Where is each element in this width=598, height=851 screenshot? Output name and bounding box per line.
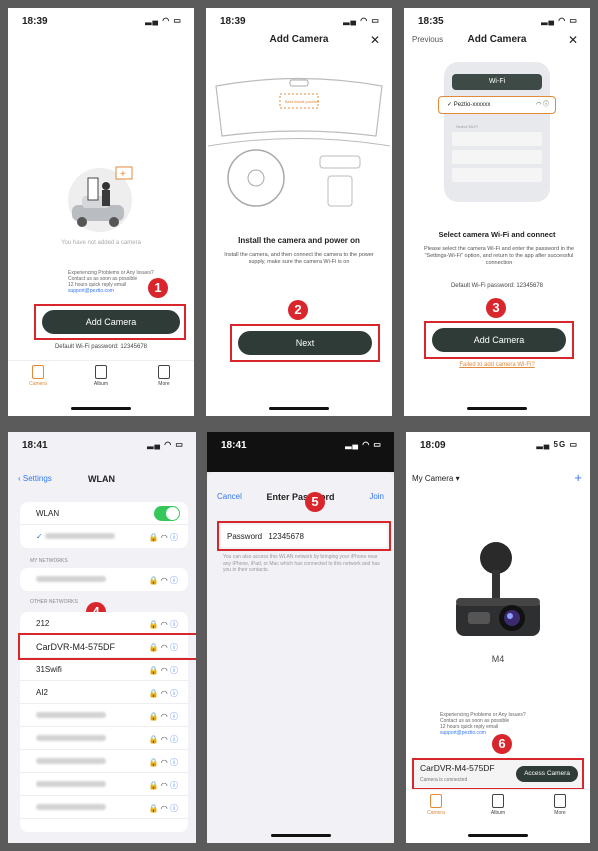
tab-camera[interactable]: Camera [18,365,58,387]
wlan-toggle-card: WLAN ✓ 🔒 ◠ ⓘ [20,502,188,548]
support-email-link[interactable]: support@peztio.com [68,288,154,294]
camera-tab-icon [430,794,442,808]
empty-state-text: You have not added a camera [61,240,141,246]
more-tab-icon [158,365,170,379]
network-31swifi[interactable]: 31Swifi 🔒 ◠ ⓘ [20,658,188,681]
row-setup-steps: 18:39 ▂▄ ◠ ▭ + You have not added a came… [8,8,590,416]
wifi-network-highlight: ✓ Peztio-xxxxxx ◠ ⓘ [438,96,556,114]
list-item[interactable]: 🔒 ◠ ⓘ [20,568,188,591]
list-item[interactable]: 🔒 ◠ ⓘ [20,773,188,796]
step-badge-6: 6 [492,734,512,754]
install-heading: Install the camera and power on [238,236,360,245]
network-ai2[interactable]: AI2 🔒 ◠ ⓘ [20,681,188,704]
password-hint: You can also access this WLAN network by… [223,554,380,573]
my-networks-header: MY NETWORKS [30,558,68,564]
album-tab-icon [492,794,504,808]
step-badge-1: 1 [148,278,168,298]
screen-enter-password: 18:41 ▂▄ ◠ ▭ Cancel Enter Password Join … [207,432,394,843]
status-icons: ▂▄ ◠ ▭ [147,440,184,449]
tab-album[interactable]: Album [478,794,518,816]
page-title: Add Camera [467,34,527,45]
help-text: Experiencing Problems or Any Issues? Cont… [68,270,154,294]
tab-more[interactable]: More [540,794,580,816]
wlan-toggle-row: WLAN [20,502,188,525]
install-description: Install the camera, and then connect the… [224,252,374,265]
camera-tab-icon [32,365,44,379]
connected-network-row[interactable]: ✓ 🔒 ◠ ⓘ [20,525,188,548]
page-title: Enter Password [266,492,335,502]
home-indicator [71,407,131,410]
page-title: Add Camera [269,34,329,45]
select-wifi-description: Please select the camera Wi-Fi and enter… [423,246,575,266]
car-interior-illustration: Best install position [208,77,390,207]
list-item[interactable]: 🔒 ◠ ⓘ [20,796,188,819]
list-item[interactable]: 🔒 ◠ ⓘ [20,750,188,773]
home-indicator [467,407,527,410]
status-icons: ▂▄ ◠ ▭ [541,16,578,25]
access-camera-button[interactable]: Access Camera [516,766,578,782]
close-icon[interactable]: ✕ [568,33,578,47]
wifi-header: Wi-Fi [452,74,542,90]
screen-select-wifi: 18:35 ▂▄ ◠ ▭ Previous Add Camera ✕ Wi-Fi… [404,8,590,416]
more-tab-icon [554,794,566,808]
row-connect-steps: 18:41 ▂▄ ◠ ▭ ‹ Settings WLAN WLAN ✓ 🔒 ◠ … [8,432,590,843]
password-value: 12345678 [268,532,304,541]
camera-model: M4 [491,654,505,664]
step-badge-2: 2 [288,300,308,320]
screen-wlan-settings: 18:41 ▂▄ ◠ ▭ ‹ Settings WLAN WLAN ✓ 🔒 ◠ … [8,432,196,843]
tab-album[interactable]: Album [81,365,121,387]
status-icons: ▂▄ ◠ ▭ [343,16,380,25]
next-button[interactable]: Next [238,331,372,355]
svg-text:+: + [120,169,126,180]
tab-bar: Camera Album More [406,789,590,829]
default-password-text: Default Wi-Fi password: 12345678 [450,283,544,289]
wlan-toggle[interactable] [154,506,180,521]
home-indicator [269,407,329,410]
failed-add-camera-link[interactable]: Failed to add camera Wi-Fi? [404,362,590,368]
list-item[interactable]: 🔒 ◠ ⓘ [20,704,188,727]
select-wifi-label: Select Wi-Fi [456,124,478,129]
device-name: CarDVR-M4-575DF [420,763,495,773]
select-wifi-heading: Select camera Wi-Fi and connect [438,230,556,239]
empty-illustration: + [68,166,133,232]
tab-more[interactable]: More [144,365,184,387]
my-camera-dropdown[interactable]: My Camera ▾ [412,474,460,483]
password-field[interactable]: Password 12345678 [221,525,387,547]
screen-camera-connected: 18:09 ▂▄ 5G ▭ My Camera ▾ + M4 Experienc… [406,432,590,843]
screen-install-camera: 18:39 ▂▄ ◠ ▭ Add Camera ✕ Best install p… [206,8,392,416]
dashcam-image [456,542,540,636]
album-tab-icon [95,365,107,379]
status-icons: ▂▄ ◠ ▭ [145,16,182,25]
step-badge-3: 3 [486,298,506,318]
home-indicator [270,834,331,837]
help-text: Experiencing Problems or Any Issues? Cont… [440,712,526,736]
add-icon[interactable]: + [574,470,582,485]
list-item[interactable]: 🔒 ◠ ⓘ [20,727,188,750]
status-icons: ▂▄ 5G ▭ [536,440,578,449]
add-camera-button[interactable]: Add Camera [432,328,566,352]
status-icons: ▂▄ ◠ ▭ [345,440,382,449]
install-hint: Best install position [285,99,319,104]
highlight-box-4 [18,633,196,660]
home-indicator [468,834,528,837]
connection-status: Camera is connected [420,777,468,783]
default-password-text: Default Wi-Fi password: 12345678 [54,344,148,350]
network-212[interactable]: 212 🔒 ◠ ⓘ [20,612,188,635]
other-networks-header: OTHER NETWORKS [30,599,78,605]
step-badge-5: 5 [305,492,325,512]
add-camera-button[interactable]: Add Camera [42,310,180,334]
close-icon[interactable]: ✕ [370,33,380,47]
screen-no-camera: 18:39 ▂▄ ◠ ▭ + You have not added a came… [8,8,194,416]
password-label: Password [227,532,263,541]
settings-back-button[interactable]: ‹ Settings [18,474,52,483]
tab-bar: Camera Album More [8,360,194,400]
wifi-phone-illustration: Wi-Fi ✓ Peztio-xxxxxx ◠ ⓘ Select Wi-Fi [438,62,556,202]
tab-camera[interactable]: Camera [416,794,456,816]
join-button[interactable]: Join [369,492,384,501]
support-email-link[interactable]: support@peztio.com [440,730,526,736]
my-networks-card: 🔒 ◠ ⓘ [20,568,188,591]
page-title: WLAN [88,474,115,484]
